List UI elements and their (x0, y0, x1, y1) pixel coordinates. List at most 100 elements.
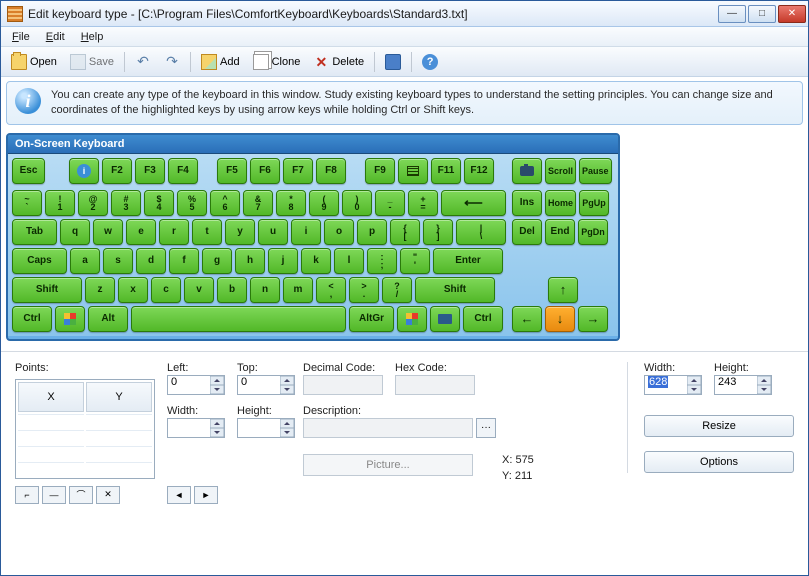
key-h[interactable]: h (235, 248, 265, 274)
key-q[interactable]: q (60, 219, 90, 245)
shape-btn-4[interactable]: ✕ (96, 486, 120, 504)
key-o[interactable]: o (324, 219, 354, 245)
options-button[interactable]: Options (644, 451, 794, 473)
shape-btn-3[interactable]: ⌒ (69, 486, 93, 504)
key-space[interactable] (131, 306, 346, 332)
top-input[interactable]: 0 (237, 375, 295, 395)
key-f[interactable]: f (169, 248, 199, 274)
key-home[interactable]: Home (545, 190, 576, 216)
key-e[interactable]: e (126, 219, 156, 245)
key-f9[interactable]: F9 (365, 158, 395, 184)
key-k[interactable]: k (301, 248, 331, 274)
nav-left-button[interactable]: ◄ (167, 486, 191, 504)
key-ctrl-right[interactable]: Ctrl (463, 306, 503, 332)
key-f5[interactable]: F5 (217, 158, 247, 184)
key-r[interactable]: r (159, 219, 189, 245)
redo-button[interactable]: ↷ (158, 51, 186, 73)
left-input[interactable]: 0 (167, 375, 225, 395)
key-end[interactable]: End (545, 219, 575, 245)
key-8[interactable]: *8 (276, 190, 306, 216)
nav-right-button[interactable]: ► (194, 486, 218, 504)
key-win-right[interactable] (397, 306, 427, 332)
key-d[interactable]: d (136, 248, 166, 274)
key-semicolon[interactable]: :; (367, 248, 397, 274)
key-f10-special[interactable] (398, 158, 428, 184)
shape-btn-2[interactable]: — (42, 486, 66, 504)
key-shift-left[interactable]: Shift (12, 277, 82, 303)
key-t[interactable]: t (192, 219, 222, 245)
key-1[interactable]: !1 (45, 190, 75, 216)
key-enter[interactable]: Enter (433, 248, 503, 274)
key-f3[interactable]: F3 (135, 158, 165, 184)
key-quote[interactable]: "' (400, 248, 430, 274)
shape-btn-1[interactable]: ⌐ (15, 486, 39, 504)
key-0[interactable]: )0 (342, 190, 372, 216)
key-arrow-right[interactable]: → (578, 306, 608, 332)
key-minus[interactable]: _- (375, 190, 405, 216)
key-caps[interactable]: Caps (12, 248, 67, 274)
undo-button[interactable]: ↶ (129, 51, 157, 73)
key-backspace[interactable]: ⟵ (441, 190, 506, 216)
key-esc[interactable]: Esc (12, 158, 45, 184)
delete-button[interactable]: ✕Delete (307, 51, 370, 73)
picture-button[interactable]: Picture... (303, 454, 473, 476)
key-ctrl-left[interactable]: Ctrl (12, 306, 52, 332)
add-button[interactable]: Add (195, 51, 246, 73)
key-win-left[interactable] (55, 306, 85, 332)
key-comma[interactable]: <, (316, 277, 346, 303)
key-b[interactable]: b (217, 277, 247, 303)
key-v[interactable]: v (184, 277, 214, 303)
minimize-button[interactable]: — (718, 5, 746, 23)
resize-button[interactable]: Resize (644, 415, 794, 437)
save-button[interactable]: Save (64, 51, 120, 73)
key-bracket-left[interactable]: {[ (390, 219, 420, 245)
key-pgdn[interactable]: PgDn (578, 219, 608, 245)
key-f1-special[interactable]: i (69, 158, 99, 184)
key-pgup[interactable]: PgUp (579, 190, 609, 216)
key-arrow-down[interactable]: ↓ (545, 306, 575, 332)
key-w[interactable]: w (93, 219, 123, 245)
key-s[interactable]: s (103, 248, 133, 274)
key-print[interactable] (512, 158, 542, 184)
key-arrow-left[interactable]: ← (512, 306, 542, 332)
key-l[interactable]: l (334, 248, 364, 274)
points-table[interactable]: XY (15, 379, 155, 479)
key-shift-right[interactable]: Shift (415, 277, 495, 303)
key-g[interactable]: g (202, 248, 232, 274)
r-width-input[interactable]: 628 (644, 375, 702, 395)
width-input[interactable] (167, 418, 225, 438)
key-f2[interactable]: F2 (102, 158, 132, 184)
key-4[interactable]: $4 (144, 190, 174, 216)
key-6[interactable]: ^6 (210, 190, 240, 216)
key-m[interactable]: m (283, 277, 313, 303)
key-f8[interactable]: F8 (316, 158, 346, 184)
keyboard-toggle-button[interactable] (379, 51, 407, 73)
key-3[interactable]: #3 (111, 190, 141, 216)
help-button[interactable]: ? (416, 51, 444, 73)
r-height-input[interactable]: 243 (714, 375, 772, 395)
key-z[interactable]: z (85, 277, 115, 303)
key-backtick[interactable]: ~` (12, 190, 42, 216)
key-f4[interactable]: F4 (168, 158, 198, 184)
key-7[interactable]: &7 (243, 190, 273, 216)
key-arrow-up[interactable]: ↑ (548, 277, 578, 303)
key-alt[interactable]: Alt (88, 306, 128, 332)
key-c[interactable]: c (151, 277, 181, 303)
key-slash[interactable]: ?/ (382, 277, 412, 303)
key-5[interactable]: %5 (177, 190, 207, 216)
key-i[interactable]: i (291, 219, 321, 245)
key-equals[interactable]: += (408, 190, 438, 216)
col-y[interactable]: Y (86, 382, 152, 412)
key-scroll[interactable]: Scroll (545, 158, 576, 184)
open-button[interactable]: Open (5, 51, 63, 73)
key-a[interactable]: a (70, 248, 100, 274)
col-x[interactable]: X (18, 382, 84, 412)
key-y[interactable]: y (225, 219, 255, 245)
key-n[interactable]: n (250, 277, 280, 303)
key-u[interactable]: u (258, 219, 288, 245)
maximize-button[interactable]: □ (748, 5, 776, 23)
key-del[interactable]: Del (512, 219, 542, 245)
key-f12[interactable]: F12 (464, 158, 494, 184)
description-browse-button[interactable]: ··· (476, 418, 496, 438)
key-pause[interactable]: Pause (579, 158, 612, 184)
